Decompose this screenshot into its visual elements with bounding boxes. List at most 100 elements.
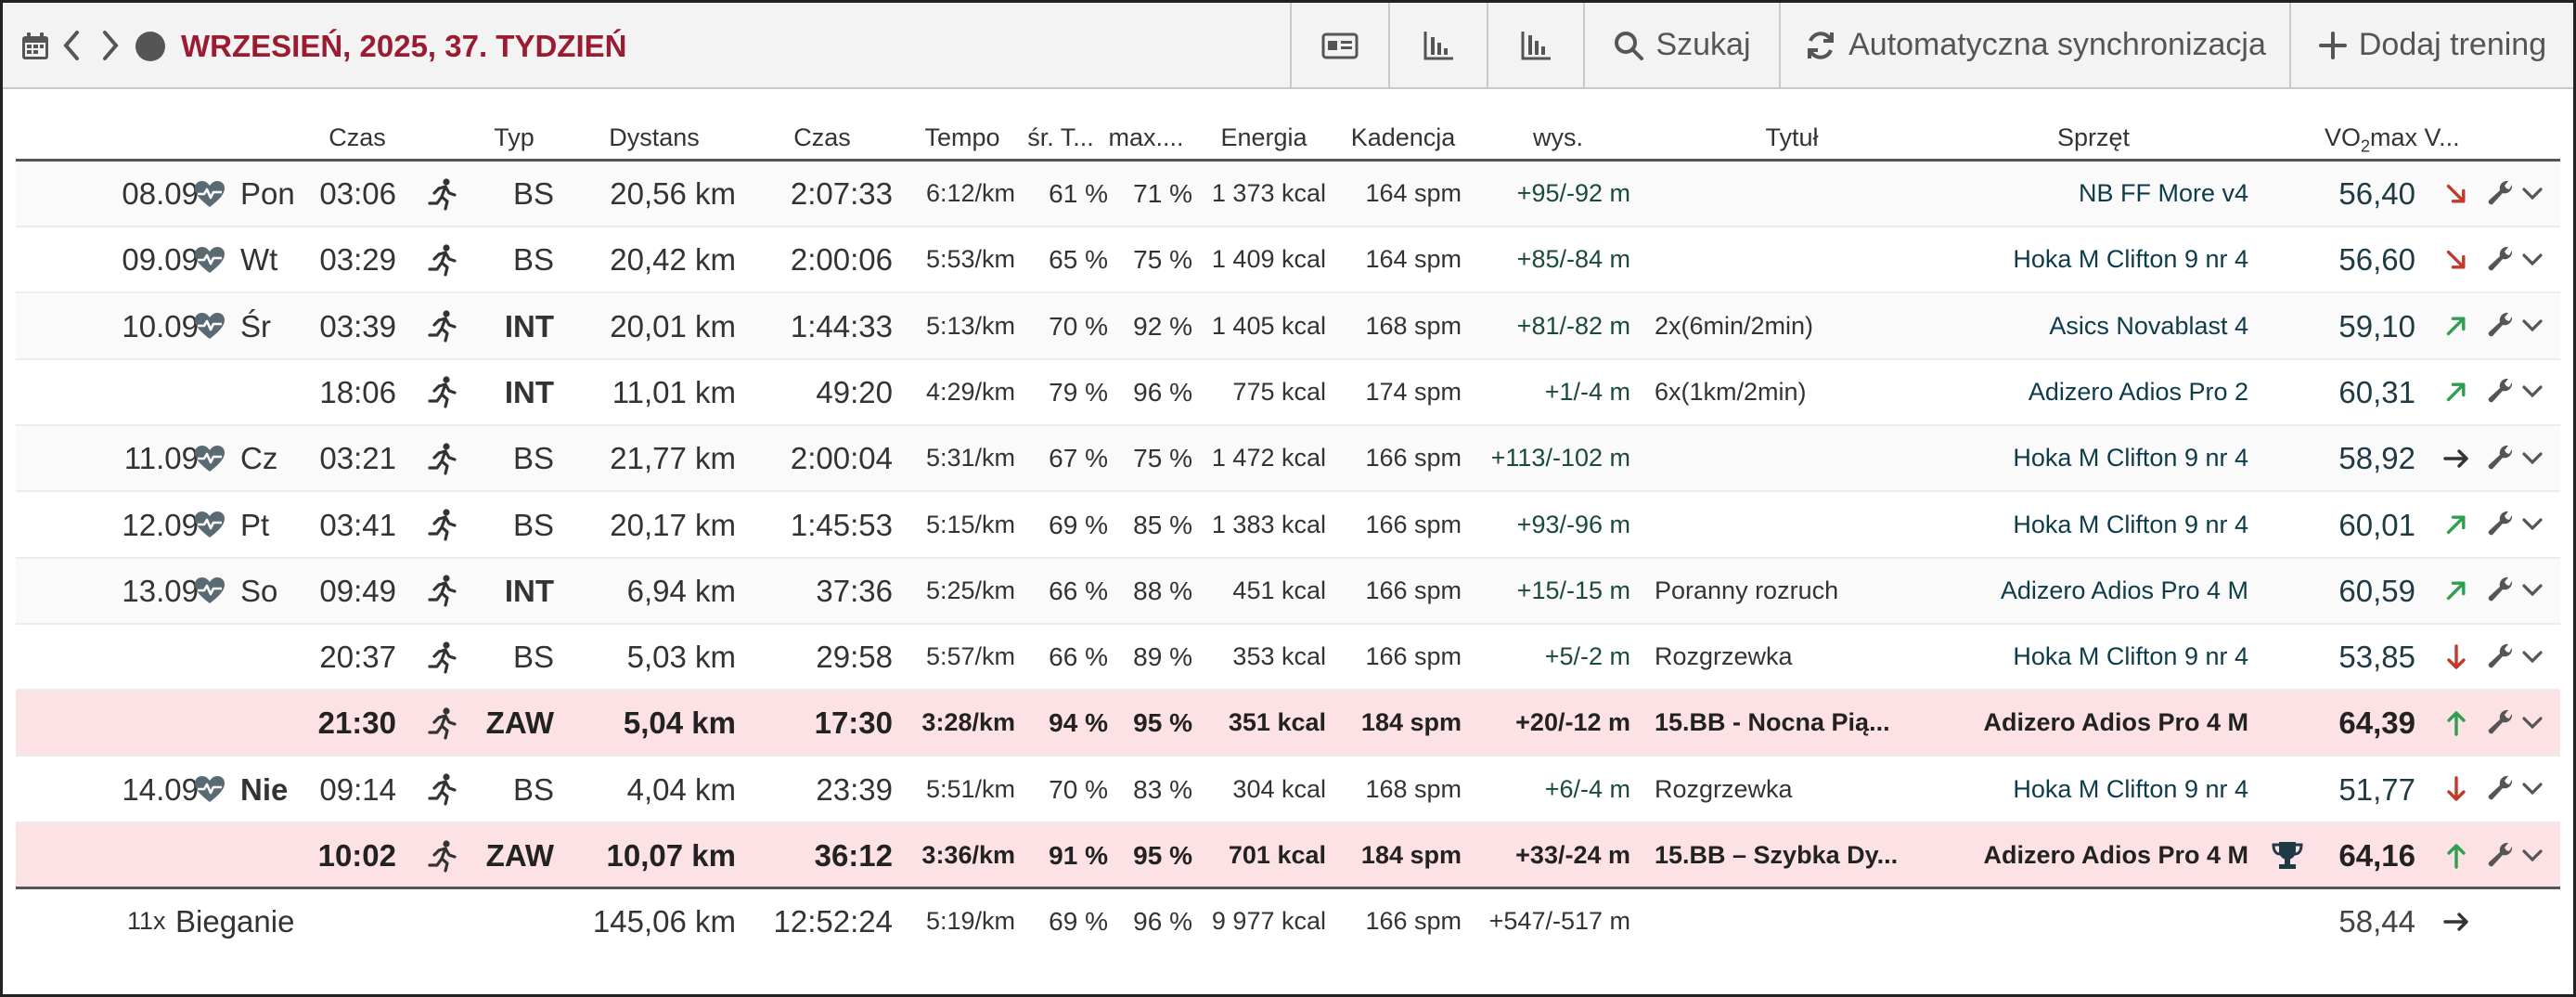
row-energy: 451 kcal xyxy=(1232,576,1326,604)
heart-rate-icon[interactable] xyxy=(194,162,225,226)
table-row[interactable]: 14.09 Nie 09:14 BS 4,04 km 23:39 5:51/km 70 % 83… xyxy=(16,757,2560,823)
add-workout-button[interactable]: Dodaj trening xyxy=(2289,3,2573,87)
wrench-icon[interactable] xyxy=(2486,757,2516,822)
row-gear[interactable]: Hoka M Clifton 9 nr 4 xyxy=(1918,426,2248,490)
wrench-icon[interactable] xyxy=(2486,823,2516,887)
row-title[interactable] xyxy=(1655,227,1914,291)
row-gear[interactable]: Adizero Adios Pro 4 M xyxy=(1918,691,2248,755)
row-gear[interactable]: Asics Novablast 4 xyxy=(1918,294,2248,358)
row-gear[interactable]: Adizero Adios Pro 4 M xyxy=(1918,559,2248,623)
row-pace: 5:15/km xyxy=(925,510,1015,538)
chevron-down-icon[interactable] xyxy=(2521,227,2544,291)
col-header-time[interactable]: Czas xyxy=(328,123,386,152)
table-row[interactable]: 08.09 Pon 03:06 BS 20,56 km 2:07:33 6:12/km 61 … xyxy=(16,162,2560,227)
chevron-down-icon[interactable] xyxy=(2521,426,2544,490)
row-title[interactable]: 2x(6min/2min) xyxy=(1655,294,1914,358)
trend-up-icon xyxy=(2441,823,2471,887)
today-dot-icon[interactable] xyxy=(135,31,166,67)
row-gear[interactable]: Hoka M Clifton 9 nr 4 xyxy=(1918,493,2248,557)
col-header-avg-hr[interactable]: śr. T... xyxy=(1027,123,1094,152)
chevron-down-icon[interactable] xyxy=(2521,162,2544,226)
row-gear[interactable]: Adizero Adios Pro 2 xyxy=(1918,360,2248,424)
view-card-button[interactable] xyxy=(1290,3,1388,87)
search-button[interactable]: Szukaj xyxy=(1583,3,1779,87)
wrench-icon[interactable] xyxy=(2486,625,2516,689)
chevron-down-icon[interactable] xyxy=(2521,294,2544,358)
row-max-hr: 75 % xyxy=(1133,245,1192,275)
row-title[interactable] xyxy=(1655,426,1914,490)
col-header-pace[interactable]: Tempo xyxy=(924,123,999,152)
chevron-down-icon[interactable] xyxy=(2521,625,2544,689)
wrench-icon[interactable] xyxy=(2486,294,2516,358)
chevron-down-icon[interactable] xyxy=(2521,823,2544,887)
row-gear[interactable]: Adizero Adios Pro 4 M xyxy=(1918,823,2248,887)
row-pace: 5:31/km xyxy=(925,444,1015,473)
col-header-max-hr[interactable]: max.... xyxy=(1108,123,1183,152)
col-header-duration[interactable]: Czas xyxy=(793,123,851,152)
col-header-gear[interactable]: Sprzęt xyxy=(2057,123,2130,152)
row-title[interactable]: 6x(1km/2min) xyxy=(1655,360,1914,424)
wrench-icon[interactable] xyxy=(2486,360,2516,424)
heart-rate-icon[interactable] xyxy=(194,559,225,623)
row-gear[interactable]: NB FF More v4 xyxy=(1918,162,2248,226)
table-row[interactable]: 09.09 Wt 03:29 BS 20,42 km 2:00:06 5:53/km 65 %… xyxy=(16,227,2560,294)
stats-button[interactable] xyxy=(1487,3,1583,87)
row-gear[interactable]: Hoka M Clifton 9 nr 4 xyxy=(1918,757,2248,822)
running-icon xyxy=(425,757,458,822)
row-day: Pt xyxy=(240,507,270,542)
wrench-icon[interactable] xyxy=(2486,227,2516,291)
col-header-cadence[interactable]: Kadencja xyxy=(1351,123,1456,152)
wrench-icon[interactable] xyxy=(2486,691,2516,755)
row-energy: 1 373 kcal xyxy=(1211,179,1326,207)
row-title[interactable]: Poranny rozruch xyxy=(1655,559,1914,623)
heart-rate-icon[interactable] xyxy=(194,227,225,291)
row-duration: 29:58 xyxy=(816,640,893,675)
table-row[interactable]: 12.09 Pt 03:41 BS 20,17 km 1:45:53 5:15/km 69 %… xyxy=(16,493,2560,559)
auto-sync-button[interactable]: Automatyczna synchronizacja xyxy=(1779,3,2289,87)
row-gear[interactable]: Hoka M Clifton 9 nr 4 xyxy=(1918,227,2248,291)
chevron-right-icon[interactable] xyxy=(99,29,122,67)
heart-rate-icon[interactable] xyxy=(194,757,225,822)
col-header-type[interactable]: Typ xyxy=(494,123,535,152)
row-energy: 304 kcal xyxy=(1232,774,1326,803)
chart-button[interactable] xyxy=(1388,3,1487,87)
row-title[interactable]: Rozgrzewka xyxy=(1655,757,1914,822)
table-row[interactable]: 11.09 Cz 03:21 BS 21,77 km 2:00:04 5:31/km 67 %… xyxy=(16,426,2560,493)
row-title[interactable]: 15.BB – Szybka Dy... xyxy=(1655,823,1914,887)
col-header-vo2max[interactable]: VO2max V... xyxy=(2325,123,2460,156)
row-title[interactable]: 15.BB - Nocna Pią... xyxy=(1655,691,1914,755)
col-header-energy[interactable]: Energia xyxy=(1220,123,1307,152)
chevron-down-icon[interactable] xyxy=(2521,559,2544,623)
row-gear[interactable]: Hoka M Clifton 9 nr 4 xyxy=(1918,625,2248,689)
chevron-down-icon[interactable] xyxy=(2521,360,2544,424)
wrench-icon[interactable] xyxy=(2486,493,2516,557)
row-elevation: +85/-84 m xyxy=(1516,245,1630,274)
wrench-icon[interactable] xyxy=(2486,426,2516,490)
heart-rate-icon[interactable] xyxy=(194,493,225,557)
table-row[interactable]: 10.09 Śr 03:39 INT 20,01 km 1:44:33 5:13/km 70 … xyxy=(16,293,2560,360)
row-title[interactable]: Rozgrzewka xyxy=(1655,625,1914,689)
row-duration: 1:45:53 xyxy=(790,507,893,542)
table-row[interactable]: 10:02 ZAW 10,07 km 36:12 3:36/km 91 % 95 % 701 … xyxy=(16,823,2560,889)
row-title[interactable] xyxy=(1655,493,1914,557)
table-row[interactable]: 13.09 So 09:49 INT 6,94 km 37:36 5:25/km 66 % 88… xyxy=(16,558,2560,625)
col-header-distance[interactable]: Dystans xyxy=(609,123,700,152)
wrench-icon[interactable] xyxy=(2486,559,2516,623)
chevron-down-icon[interactable] xyxy=(2521,493,2544,557)
chevron-left-icon[interactable] xyxy=(60,29,83,67)
row-title[interactable] xyxy=(1655,162,1914,226)
wrench-icon[interactable] xyxy=(2486,162,2516,226)
table-row[interactable]: 18:06 INT 11,01 km 49:20 4:29/km 79 % 96 % 775 … xyxy=(16,360,2560,426)
col-header-elevation[interactable]: wys. xyxy=(1533,123,1583,152)
table-row[interactable]: 21:30 ZAW 5,04 km 17:30 3:28/km 94 % 95 % 351 k… xyxy=(16,691,2560,757)
row-day: Śr xyxy=(240,308,271,343)
col-header-title[interactable]: Tytuł xyxy=(1765,123,1818,152)
table-row[interactable]: 20:37 BS 5,03 km 29:58 5:57/km 66 % 89 % 353 kc… xyxy=(16,625,2560,692)
heart-rate-icon[interactable] xyxy=(194,294,225,358)
chevron-down-icon[interactable] xyxy=(2521,757,2544,822)
heart-rate-icon[interactable] xyxy=(194,426,225,490)
row-day: Cz xyxy=(240,441,278,476)
row-pace: 5:25/km xyxy=(925,576,1015,604)
chevron-down-icon[interactable] xyxy=(2521,691,2544,755)
calendar-icon[interactable] xyxy=(19,31,51,67)
